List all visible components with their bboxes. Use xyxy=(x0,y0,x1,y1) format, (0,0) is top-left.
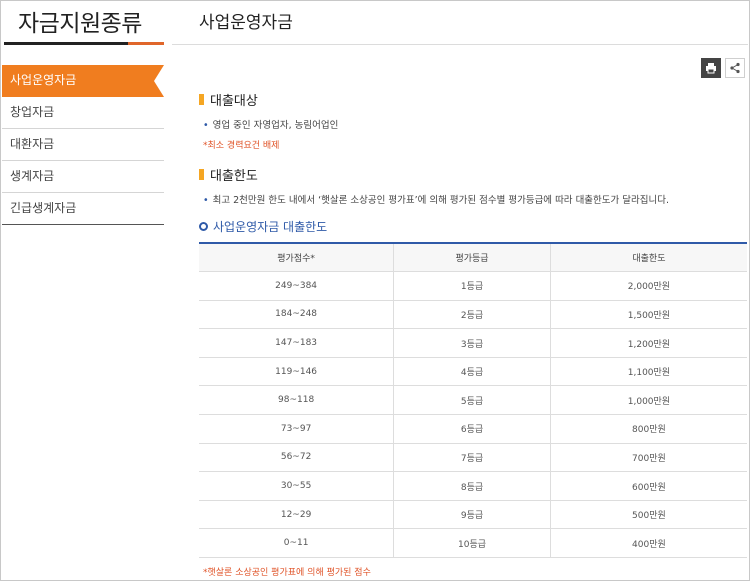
grade-cell: 7등급 xyxy=(393,443,551,473)
table-title: 사업운영자금 대출한도 xyxy=(199,218,327,235)
table-row: 73~97 6등급 800만원 xyxy=(199,414,747,444)
table-row: 30~55 8등급 600만원 xyxy=(199,471,747,501)
sidebar-item-label: 사업운영자금 xyxy=(10,73,77,87)
target-bullet: • 영업 중인 자영업자, 농림어업인 xyxy=(203,117,338,131)
table-row: 119~146 4등급 1,100만원 xyxy=(199,357,747,387)
table-row: 147~183 3등급 1,200만원 xyxy=(199,328,747,358)
section-marker xyxy=(199,169,204,180)
limit-cell: 500만원 xyxy=(550,500,747,530)
score-cell: 56~72 xyxy=(199,443,395,473)
limit-cell: 1,100만원 xyxy=(550,357,747,387)
limit-cell: 600만원 xyxy=(550,471,747,501)
sidebar-item-refinance[interactable]: 대환자금 xyxy=(2,129,164,161)
limit-cell: 400만원 xyxy=(550,528,747,559)
score-cell: 73~97 xyxy=(199,414,395,444)
bullet-icon: • xyxy=(203,120,209,131)
column-header-limit: 대출한도 xyxy=(550,243,747,273)
target-heading-text: 대출대상 xyxy=(210,94,258,109)
sidebar-item-label: 대환자금 xyxy=(10,137,55,151)
target-note: *최소 경력요건 배제 xyxy=(203,141,280,151)
grade-cell: 3등급 xyxy=(393,328,551,358)
table-row: 98~118 5등급 1,000만원 xyxy=(199,385,747,416)
table-title-text: 사업운영자금 대출한도 xyxy=(213,220,328,234)
score-cell: 98~118 xyxy=(199,385,395,416)
grade-cell: 4등급 xyxy=(393,357,551,387)
active-arrow-icon xyxy=(154,65,164,97)
limit-cell: 800만원 xyxy=(550,414,747,444)
grade-cell: 1등급 xyxy=(393,271,551,301)
limit-cell: 700만원 xyxy=(550,443,747,473)
score-cell: 30~55 xyxy=(199,471,395,501)
limit-cell: 1,500만원 xyxy=(550,300,747,330)
grade-cell: 9등급 xyxy=(393,500,551,530)
sidebar-item-emergency-living[interactable]: 긴급생계자금 xyxy=(2,193,164,225)
print-icon xyxy=(706,63,716,74)
table-header-row: 평가점수* 평가등급 대출한도 xyxy=(199,243,747,273)
limit-bullet-text: 최고 2천만원 한도 내에서 ‘햇살론 소상공인 평가표’에 의해 평가된 점수… xyxy=(212,195,670,206)
grade-cell: 6등급 xyxy=(393,414,551,444)
loan-limit-table: 평가점수* 평가등급 대출한도 249~384 1등급 2,000만원 184~24… xyxy=(199,242,747,559)
sidebar-item-label: 창업자금 xyxy=(10,105,55,119)
table-row: 0~11 10등급 400만원 xyxy=(199,528,747,559)
circle-bullet-icon xyxy=(199,222,208,231)
score-cell: 12~29 xyxy=(199,500,395,530)
sidebar-menu: 사업운영자금 창업자금 대환자금 생계자금 긴급생계자금 xyxy=(2,65,164,225)
grade-cell: 10등급 xyxy=(393,528,551,559)
bullet-icon: • xyxy=(203,195,209,206)
score-cell: 147~183 xyxy=(199,328,395,358)
limit-cell: 2,000만원 xyxy=(550,271,747,301)
share-button[interactable] xyxy=(725,58,745,78)
limit-cell: 1,000만원 xyxy=(550,385,747,416)
sidebar-item-business-operation[interactable]: 사업운영자금 xyxy=(2,65,164,97)
grade-cell: 8등급 xyxy=(393,471,551,501)
limit-heading-text: 대출한도 xyxy=(210,169,258,184)
column-header-score: 평가점수* xyxy=(199,243,395,273)
toolbar xyxy=(701,58,745,78)
score-cell: 119~146 xyxy=(199,357,395,387)
table-row: 249~384 1등급 2,000만원 xyxy=(199,271,747,301)
score-cell: 184~248 xyxy=(199,300,395,330)
limit-cell: 1,200만원 xyxy=(550,328,747,358)
limit-heading: 대출한도 xyxy=(199,165,258,184)
sidebar-title-underline xyxy=(4,42,164,45)
underline-accent xyxy=(128,42,164,45)
page-title: 사업운영자금 xyxy=(199,13,293,33)
sidebar: 자금지원종류 사업운영자금 창업자금 대환자금 생계자금 긴급생계자금 xyxy=(0,0,166,581)
table-row: 56~72 7등급 700만원 xyxy=(199,443,747,473)
sidebar-item-living[interactable]: 생계자금 xyxy=(2,161,164,193)
score-cell: 0~11 xyxy=(199,528,395,559)
grade-cell: 2등급 xyxy=(393,300,551,330)
column-header-grade: 평가등급 xyxy=(393,243,551,273)
target-bullet-text: 영업 중인 자영업자, 농림어업인 xyxy=(212,120,339,131)
limit-bullet: • 최고 2천만원 한도 내에서 ‘햇살론 소상공인 평가표’에 의해 평가된 점… xyxy=(203,192,669,206)
table-row: 184~248 2등급 1,500만원 xyxy=(199,300,747,330)
score-cell: 249~384 xyxy=(199,271,395,301)
share-icon xyxy=(730,62,740,74)
section-marker xyxy=(199,94,204,105)
table-row: 12~29 9등급 500만원 xyxy=(199,500,747,530)
table-footnote: *햇살론 소상공인 평가표에 의해 평가된 점수 xyxy=(203,568,371,578)
sidebar-item-label: 생계자금 xyxy=(10,169,55,183)
title-divider xyxy=(172,44,748,45)
grade-cell: 5등급 xyxy=(393,385,551,416)
sidebar-item-label: 긴급생계자금 xyxy=(10,201,77,215)
sidebar-item-startup[interactable]: 창업자금 xyxy=(2,97,164,129)
sidebar-title: 자금지원종류 xyxy=(18,11,142,37)
print-button[interactable] xyxy=(701,58,721,78)
target-heading: 대출대상 xyxy=(199,90,258,109)
